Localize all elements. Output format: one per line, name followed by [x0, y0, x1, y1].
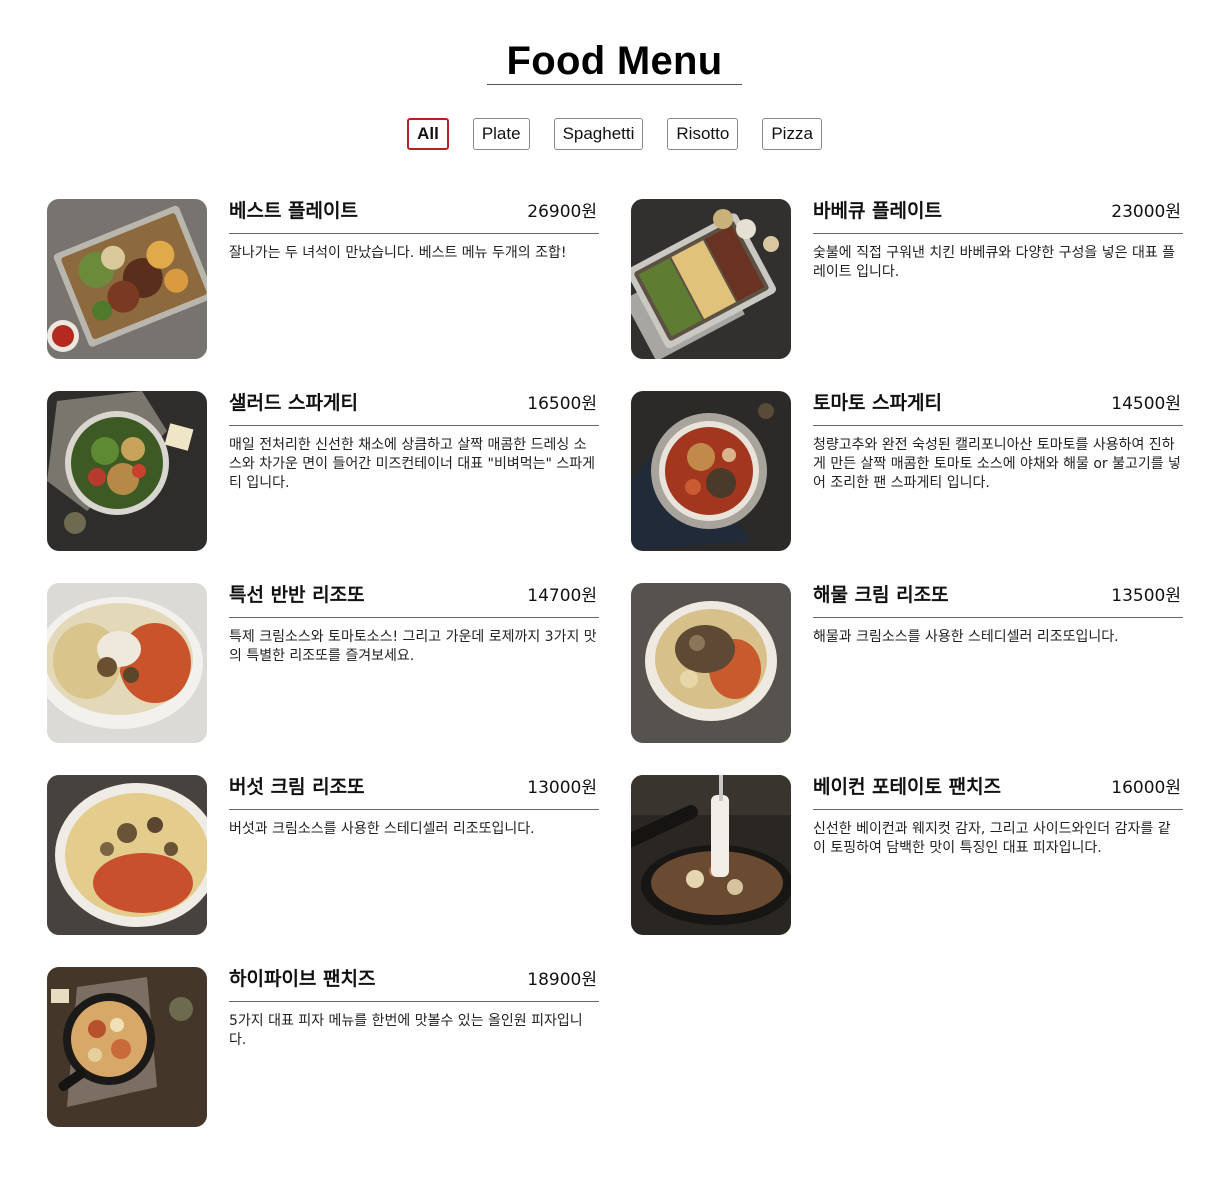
menu-item[interactable]: 토마토 스파게티 14500원 청량고추와 완전 숙성된 캘리포니아산 토마토를…: [631, 391, 1183, 551]
tab-pizza[interactable]: Pizza: [762, 118, 822, 150]
title-wrap: Food Menu: [0, 38, 1229, 85]
menu-item-info: 하이파이브 팬치즈 18900원 5가지 대표 피자 메뉴를 한번에 맛볼수 있…: [229, 967, 599, 1127]
menu-item[interactable]: 베스트 플레이트 26900원 잘나가는 두 녀석이 만났습니다. 베스트 메뉴…: [47, 199, 599, 359]
menu-item-desc: 5가지 대표 피자 메뉴를 한번에 맛볼수 있는 올인원 피자입니다.: [229, 1013, 583, 1048]
best-plate-photo: [47, 199, 207, 359]
tab-spaghetti[interactable]: Spaghetti: [553, 118, 644, 150]
menu-item-name: 베스트 플레이트: [229, 200, 358, 222]
menu-item-desc: 숯불에 직접 구워낸 치킨 바베큐와 다양한 구성을 넣은 대표 플레이트 입니…: [813, 245, 1176, 280]
menu-item-desc: 해물과 크림소스를 사용한 스테디셀러 리조또입니다.: [813, 629, 1119, 645]
menu-item-info: 토마토 스파게티 14500원 청량고추와 완전 숙성된 캘리포니아산 토마토를…: [813, 391, 1183, 551]
menu-item[interactable]: 버섯 크림 리조또 13000원 버섯과 크림소스를 사용한 스테디셀러 리조또…: [47, 775, 599, 935]
menu-item-price: 18900원: [527, 970, 597, 990]
menu-item-name: 토마토 스파게티: [813, 392, 942, 414]
menu-item-head: 베이컨 포테이토 팬치즈 16000원: [813, 775, 1183, 810]
menu-item-desc: 버섯과 크림소스를 사용한 스테디셀러 리조또입니다.: [229, 821, 535, 837]
menu-item-desc: 특제 크림소스와 토마토소스! 그리고 가운데 로제까지 3가지 맛의 특별한 …: [229, 629, 597, 664]
menu-item[interactable]: 하이파이브 팬치즈 18900원 5가지 대표 피자 메뉴를 한번에 맛볼수 있…: [47, 967, 599, 1127]
menu-item-price: 14500원: [1111, 394, 1181, 414]
menu-item-info: 베이컨 포테이토 팬치즈 16000원 신선한 베이컨과 웨지컷 감자, 그리고…: [813, 775, 1183, 935]
menu-item-info: 특선 반반 리조또 14700원 특제 크림소스와 토마토소스! 그리고 가운데…: [229, 583, 599, 743]
menu-item-name: 특선 반반 리조또: [229, 584, 365, 606]
menu-item[interactable]: 베이컨 포테이토 팬치즈 16000원 신선한 베이컨과 웨지컷 감자, 그리고…: [631, 775, 1183, 935]
seafood-cream-risotto-photo: [631, 583, 791, 743]
menu-item-name: 버섯 크림 리조또: [229, 776, 365, 798]
menu-item[interactable]: 특선 반반 리조또 14700원 특제 크림소스와 토마토소스! 그리고 가운데…: [47, 583, 599, 743]
menu-item-desc: 매일 전처리한 신선한 채소에 상큼하고 살짝 매콤한 드레싱 소스와 차가운 …: [229, 437, 596, 491]
page-title: Food Menu: [486, 38, 743, 85]
menu-item-price: 26900원: [527, 202, 597, 222]
menu-item[interactable]: 해물 크림 리조또 13500원 해물과 크림소스를 사용한 스테디셀러 리조또…: [631, 583, 1183, 743]
bbq-plate-photo: [631, 199, 791, 359]
menu-item-price: 23000원: [1111, 202, 1181, 222]
menu-item-price: 13500원: [1111, 586, 1181, 606]
category-tabs: All Plate Spaghetti Risotto Pizza: [0, 118, 1229, 150]
menu-item-name: 베이컨 포테이토 팬치즈: [813, 776, 1002, 798]
tab-plate[interactable]: Plate: [472, 118, 530, 150]
menu-item-name: 하이파이브 팬치즈: [229, 968, 376, 990]
menu-item-info: 해물 크림 리조또 13500원 해물과 크림소스를 사용한 스테디셀러 리조또…: [813, 583, 1183, 743]
menu-item-head: 토마토 스파게티 14500원: [813, 391, 1183, 426]
menu-item-price: 16000원: [1111, 778, 1181, 798]
menu-item-info: 버섯 크림 리조또 13000원 버섯과 크림소스를 사용한 스테디셀러 리조또…: [229, 775, 599, 935]
menu-item-name: 해물 크림 리조또: [813, 584, 949, 606]
menu-item-desc: 신선한 베이컨과 웨지컷 감자, 그리고 사이드와인더 감자를 같이 토핑하여 …: [813, 821, 1171, 856]
half-half-risotto-photo: [47, 583, 207, 743]
menu-item-info: 바베큐 플레이트 23000원 숯불에 직접 구워낸 치킨 바베큐와 다양한 구…: [813, 199, 1183, 359]
menu-item-head: 바베큐 플레이트 23000원: [813, 199, 1183, 234]
menu-item-name: 샐러드 스파게티: [229, 392, 358, 414]
menu-item-price: 14700원: [527, 586, 597, 606]
page: Food Menu All Plate Spaghetti Risotto Pi…: [0, 0, 1229, 1203]
menu-item-info: 베스트 플레이트 26900원 잘나가는 두 녀석이 만났습니다. 베스트 메뉴…: [229, 199, 599, 359]
tab-risotto[interactable]: Risotto: [667, 118, 739, 150]
bacon-potato-pan-cheese-photo: [631, 775, 791, 935]
salad-spaghetti-photo: [47, 391, 207, 551]
menu-list: 베스트 플레이트 26900원 잘나가는 두 녀석이 만났습니다. 베스트 메뉴…: [47, 199, 1183, 1127]
menu-item-desc: 청량고추와 완전 숙성된 캘리포니아산 토마토를 사용하여 진하게 만든 살짝 …: [813, 437, 1181, 491]
menu-item-head: 베스트 플레이트 26900원: [229, 199, 599, 234]
menu-item-info: 샐러드 스파게티 16500원 매일 전처리한 신선한 채소에 상큼하고 살짝 …: [229, 391, 599, 551]
menu-item[interactable]: 샐러드 스파게티 16500원 매일 전처리한 신선한 채소에 상큼하고 살짝 …: [47, 391, 599, 551]
mushroom-cream-risotto-photo: [47, 775, 207, 935]
menu-item-desc: 잘나가는 두 녀석이 만났습니다. 베스트 메뉴 두개의 조합!: [229, 245, 567, 261]
menu-item-head: 버섯 크림 리조또 13000원: [229, 775, 599, 810]
menu-item-head: 해물 크림 리조또 13500원: [813, 583, 1183, 618]
menu-item-head: 하이파이브 팬치즈 18900원: [229, 967, 599, 1002]
menu-item-head: 샐러드 스파게티 16500원: [229, 391, 599, 426]
menu-item-price: 13000원: [527, 778, 597, 798]
menu-item[interactable]: 바베큐 플레이트 23000원 숯불에 직접 구워낸 치킨 바베큐와 다양한 구…: [631, 199, 1183, 359]
tomato-spaghetti-photo: [631, 391, 791, 551]
high-five-pan-cheese-photo: [47, 967, 207, 1127]
tab-all[interactable]: All: [407, 118, 449, 150]
menu-item-head: 특선 반반 리조또 14700원: [229, 583, 599, 618]
menu-item-name: 바베큐 플레이트: [813, 200, 942, 222]
menu-item-price: 16500원: [527, 394, 597, 414]
